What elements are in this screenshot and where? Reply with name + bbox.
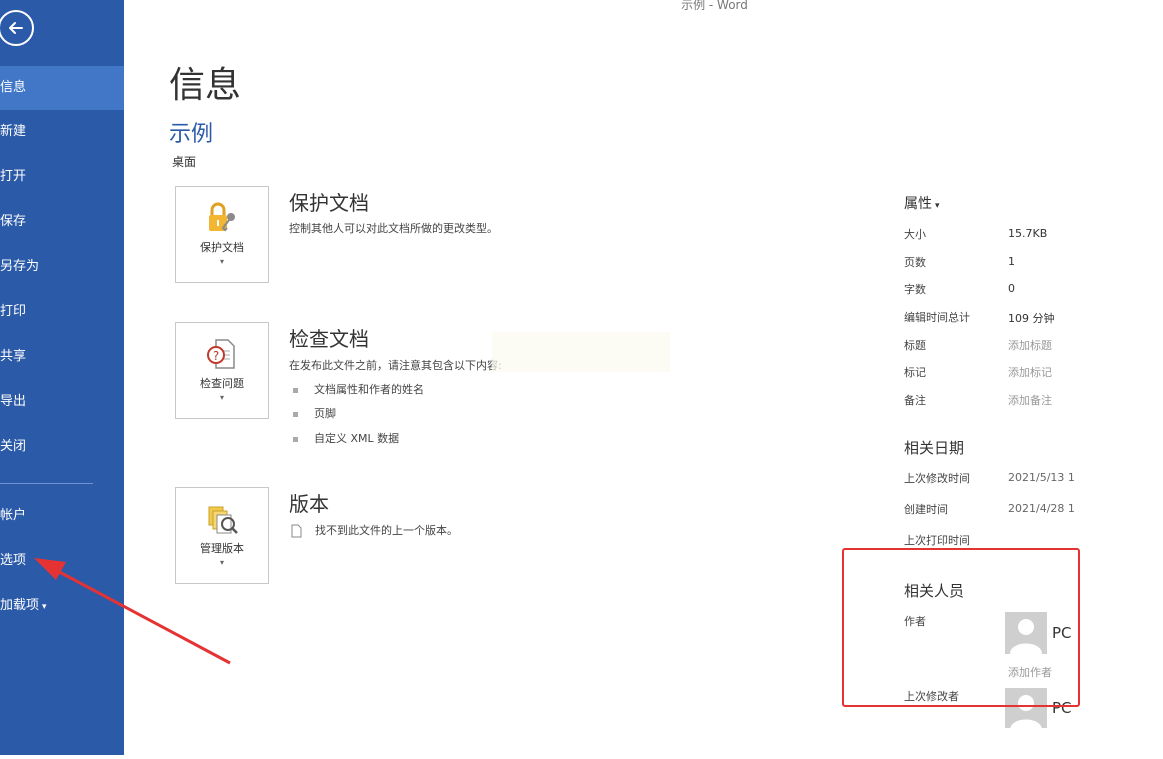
sidebar-item-info[interactable]: 信息 <box>0 66 124 110</box>
author-label: 作者 <box>904 615 926 628</box>
protect-document-button-label: 保护文档 <box>200 241 244 254</box>
versions-title: 版本 <box>289 492 329 516</box>
bullet-icon <box>293 411 298 417</box>
list-item: 文档属性和作者的姓名 <box>293 381 424 397</box>
properties-header: 属性 <box>904 196 932 212</box>
date-value: 2021/5/13 1 <box>1008 471 1075 484</box>
add-tag-field[interactable]: 添加标记 <box>1008 364 1052 380</box>
lock-key-icon <box>209 202 235 232</box>
sidebar-item-options[interactable]: 选项 <box>0 539 124 583</box>
svg-text:?: ? <box>213 349 219 363</box>
author-name: PC <box>1052 624 1072 642</box>
property-label: 页数 <box>904 256 926 269</box>
sidebar-item-print[interactable]: 打印 <box>0 290 124 334</box>
sidebar-item-save-as[interactable]: 另存为 <box>0 245 124 289</box>
list-item: 自定义 XML 数据 <box>293 430 399 446</box>
sidebar-item-new[interactable]: 新建 <box>0 110 124 154</box>
sidebar-item-close[interactable]: 关闭 <box>0 425 124 469</box>
document-name: 示例 <box>169 122 214 147</box>
person-icon <box>1010 695 1042 728</box>
document-location: 桌面 <box>172 155 197 169</box>
date-value: 2021/4/28 1 <box>1008 502 1075 515</box>
versions-description: 找不到此文件的上一个版本。 <box>289 522 458 538</box>
dropdown-caret-icon: ▾ <box>219 257 224 266</box>
document-icon <box>291 524 302 538</box>
inspect-document-icon: ? <box>207 339 235 369</box>
protect-document-button[interactable]: 保护文档 ▾ <box>175 186 269 283</box>
sidebar-item-open[interactable]: 打开 <box>0 155 124 199</box>
add-comment-field[interactable]: 添加备注 <box>1008 392 1052 408</box>
properties-dropdown[interactable]: 属性 ▾ <box>904 193 940 213</box>
list-item-text: 文档属性和作者的姓名 <box>314 383 424 396</box>
property-label: 大小 <box>904 228 926 241</box>
list-item: 页脚 <box>293 405 336 421</box>
manage-versions-button-label: 管理版本 <box>200 542 244 555</box>
sidebar-item-addins[interactable]: 加载项 ▾ <box>0 584 124 628</box>
date-label: 上次修改时间 <box>904 472 970 485</box>
property-value: 1 <box>1008 255 1015 268</box>
inspect-document-description: 在发布此文件之前，请注意其包含以下内容: <box>289 359 502 372</box>
dropdown-caret-icon: ▾ <box>219 393 224 402</box>
backstage-sidebar: 信息 新建 打开 保存 另存为 打印 共享 导出 关闭 帐户 选项 加载项 ▾ <box>0 0 124 755</box>
versions-magnifier-icon <box>208 506 238 534</box>
sidebar-item-addins-label: 加载项 <box>0 598 40 613</box>
protect-document-description: 控制其他人可以对此文档所做的更改类型。 <box>289 222 498 235</box>
property-value: 0 <box>1008 282 1015 295</box>
dropdown-caret-icon: ▾ <box>42 602 47 612</box>
protect-document-title: 保护文档 <box>289 191 369 215</box>
date-label: 创建时间 <box>904 503 948 516</box>
sidebar-divider <box>0 483 93 484</box>
sidebar-item-save[interactable]: 保存 <box>0 200 124 244</box>
list-item-text: 自定义 XML 数据 <box>314 432 400 445</box>
check-issues-button[interactable]: ? 检查问题 ▾ <box>175 322 269 419</box>
page-title: 信息 <box>169 65 242 106</box>
property-label: 编辑时间总计 <box>904 311 970 324</box>
property-label: 标题 <box>904 339 926 352</box>
sidebar-item-share[interactable]: 共享 <box>0 335 124 379</box>
add-author-link[interactable]: 添加作者 <box>1008 664 1052 680</box>
back-button[interactable] <box>0 10 34 46</box>
window-title: 示例 - Word <box>681 0 748 12</box>
avatar[interactable] <box>1005 688 1047 728</box>
back-arrow-icon <box>9 22 23 34</box>
property-value: 109 分钟 <box>1008 312 1055 325</box>
sidebar-item-account[interactable]: 帐户 <box>0 494 124 538</box>
property-label: 备注 <box>904 394 926 407</box>
property-value: 15.7KB <box>1008 227 1048 240</box>
versions-description-text: 找不到此文件的上一个版本。 <box>315 524 458 537</box>
bullet-icon <box>293 436 298 442</box>
related-people-header: 相关人员 <box>904 582 965 600</box>
inspect-document-title: 检查文档 <box>289 327 369 351</box>
date-label: 上次打印时间 <box>904 534 970 547</box>
avatar[interactable] <box>1005 612 1047 654</box>
last-modified-by-label: 上次修改者 <box>904 690 959 703</box>
dropdown-caret-icon: ▾ <box>219 558 224 567</box>
property-label: 标记 <box>904 366 926 379</box>
last-modified-by-name: PC <box>1052 699 1072 717</box>
related-dates-header: 相关日期 <box>904 439 965 457</box>
add-title-field[interactable]: 添加标题 <box>1008 337 1052 353</box>
list-item-text: 页脚 <box>314 407 336 420</box>
faint-watermark <box>492 332 670 372</box>
person-icon <box>1010 619 1042 654</box>
dropdown-caret-icon: ▾ <box>935 201 940 211</box>
check-issues-button-label: 检查问题 <box>200 377 244 390</box>
property-label: 字数 <box>904 283 926 296</box>
bullet-icon <box>293 387 298 393</box>
manage-versions-button[interactable]: 管理版本 ▾ <box>175 487 269 584</box>
sidebar-item-export[interactable]: 导出 <box>0 380 124 424</box>
